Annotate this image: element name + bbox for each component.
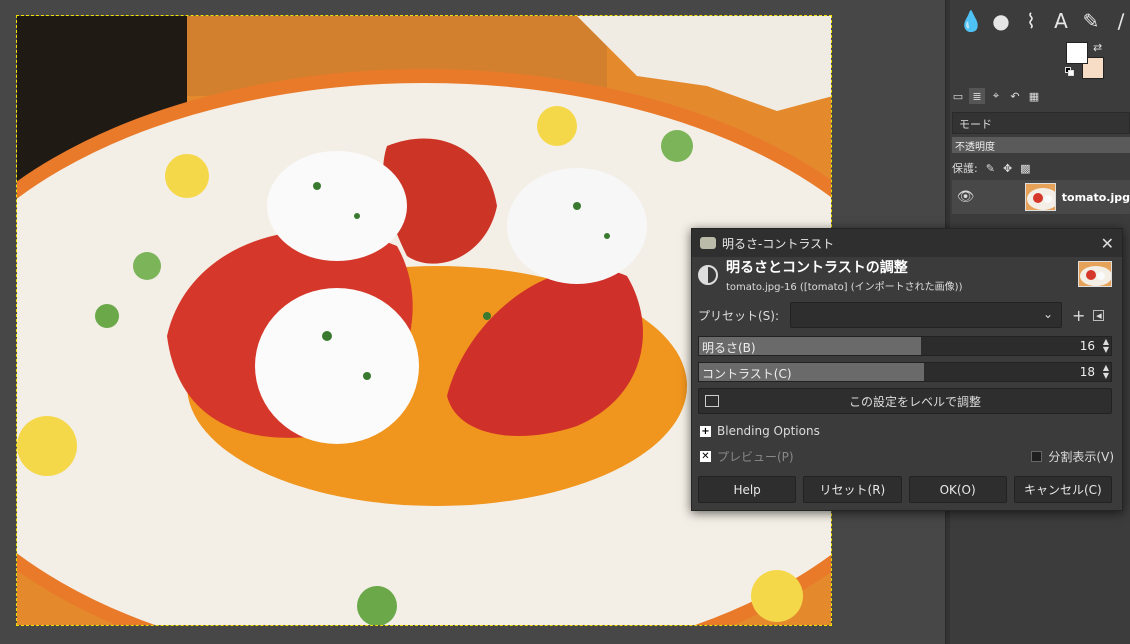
dialog-window-title: 明るさ-コントラスト [722,236,835,251]
lock-alpha-icon[interactable]: ▩ [1020,162,1030,175]
contrast-slider[interactable]: コントラスト(C) 18 ▲ ▼ [698,362,1112,382]
dialog-titlebar[interactable]: 明るさ-コントラスト ✕ [692,229,1122,257]
tab-images-icon[interactable]: ▦ [1026,88,1042,104]
lock-label: 保護: [952,162,978,175]
smudge-tool-icon[interactable]: ● [988,8,1014,34]
tool-icons-row: 💧 ● ⌇ A ✎ ∕ [958,6,1130,36]
tab-channels-icon[interactable]: ▭ [950,88,966,104]
reset-button[interactable]: リセット(R) [803,476,902,503]
preview-label: プレビュー(P) [717,450,794,464]
image-thumbnail [1078,261,1112,287]
layer-thumbnail [1024,183,1056,211]
contrast-label: コントラスト(C) [702,367,792,381]
preset-menu-icon[interactable]: ◂ [1093,309,1105,322]
brightness-contrast-dialog: 明るさ-コントラスト ✕ 明るさとコントラストの調整 tomato.jpg-16… [691,228,1123,511]
foreground-color-swatch[interactable] [1066,42,1088,64]
levels-button-label: この設定をレベルで調整 [848,394,981,409]
preview-row: ✕ プレビュー(P) 分割表示(V) [700,448,1114,465]
edit-as-levels-button[interactable]: この設定をレベルで調整 [698,388,1112,414]
chevron-down-icon: ⌄ [1042,307,1053,321]
blending-options-expander[interactable]: + Blending Options [700,424,820,438]
measure-tool-icon[interactable]: ∕ [1108,8,1130,34]
contrast-value[interactable]: 18 [1080,365,1095,379]
split-view-label: 分割表示(V) [1048,450,1114,464]
brightness-spin-icon[interactable]: ▲ ▼ [1103,338,1109,354]
dialog-main-title: 明るさとコントラストの調整 [726,260,908,276]
help-button[interactable]: Help [698,476,797,503]
opacity-label: 不透明度 [955,142,995,153]
brightness-label: 明るさ(B) [702,341,756,355]
close-icon[interactable]: ✕ [1101,234,1114,253]
layer-item[interactable]: 👁 tomato.jpg [952,180,1130,214]
layer-mode-select[interactable]: モード [952,112,1130,134]
dialog-subtitle: tomato.jpg-16 ([tomato] (インポートされた画像)) [726,282,963,293]
cancel-button[interactable]: キャンセル(C) [1013,476,1112,503]
add-preset-icon[interactable]: + [1072,306,1085,325]
lock-row: 保護: ✎ ✥ ▩ [952,158,1031,178]
preset-label: プリセット(S): [698,308,780,323]
dialog-button-row: Help リセット(R) OK(O) キャンセル(C) [698,476,1112,503]
blending-options-label: Blending Options [717,424,820,438]
preset-combo[interactable]: ⌄ [790,302,1062,328]
preview-checkbox[interactable]: ✕ [700,451,711,462]
levels-icon [705,395,719,407]
tab-layers-icon[interactable]: ≣ [969,88,985,104]
preset-row: プリセット(S): ⌄ + ◂ [698,301,1118,329]
split-view-toggle[interactable]: 分割表示(V) [1031,448,1114,465]
blur-tool-icon[interactable]: 💧 [958,8,984,34]
tab-paths-icon[interactable]: ⌖ [988,88,1004,104]
reset-colors-icon[interactable] [1065,67,1075,77]
ok-button[interactable]: OK(O) [908,476,1007,503]
tab-undo-icon[interactable]: ↶ [1007,88,1023,104]
contrast-spin-icon[interactable]: ▲ ▼ [1103,364,1109,380]
swap-colors-icon[interactable]: ⇄ [1093,41,1102,54]
layer-opacity-slider[interactable]: 不透明度 [952,137,1130,153]
path-tool-icon[interactable]: ⌇ [1018,8,1044,34]
brightness-contrast-icon [698,265,718,285]
gimp-app-icon [700,237,716,249]
brightness-value[interactable]: 16 [1080,339,1095,353]
dialog-header: 明るさとコントラストの調整 tomato.jpg-16 ([tomato] (イ… [692,257,1122,293]
expander-plus-icon[interactable]: + [700,425,711,437]
text-tool-icon[interactable]: A [1048,8,1074,34]
split-view-checkbox[interactable] [1031,451,1043,462]
layer-name: tomato.jpg [1061,190,1130,204]
lock-position-icon[interactable]: ✥ [1003,162,1012,175]
brightness-slider[interactable]: 明るさ(B) 16 ▲ ▼ [698,336,1112,356]
lock-pixels-icon[interactable]: ✎ [986,162,995,175]
visibility-eye-icon[interactable]: 👁 [952,189,979,205]
dock-tabs: ▭ ≣ ⌖ ↶ ▦ [950,88,1042,106]
mode-label: モード [959,118,992,131]
color-picker-icon[interactable]: ✎ [1078,8,1104,34]
